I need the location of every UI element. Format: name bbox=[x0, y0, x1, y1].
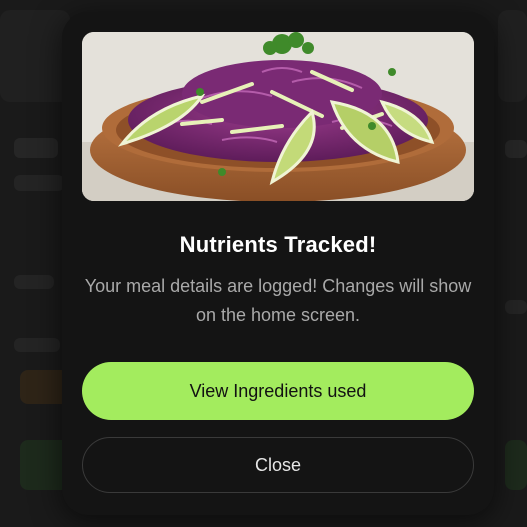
success-modal: Nutrients Tracked! Your meal details are… bbox=[62, 12, 494, 515]
background-card bbox=[14, 338, 60, 352]
slaw-bowl-illustration bbox=[82, 32, 474, 201]
view-ingredients-button[interactable]: View Ingredients used bbox=[82, 362, 474, 420]
background-card bbox=[0, 10, 70, 102]
close-label: Close bbox=[254, 454, 302, 475]
background-card bbox=[505, 440, 527, 490]
close-button[interactable]: Close bbox=[82, 437, 474, 493]
modal-title: Nutrients Tracked! bbox=[179, 232, 377, 257]
background-card bbox=[498, 10, 527, 102]
background-card bbox=[14, 275, 54, 289]
meal-image bbox=[82, 32, 474, 201]
background-card bbox=[14, 175, 64, 191]
view-ingredients-label: View Ingredients used bbox=[189, 380, 367, 401]
background-card bbox=[14, 138, 58, 158]
background-card bbox=[505, 300, 527, 314]
modal-message: Your meal details are logged! Changes wi… bbox=[84, 276, 472, 325]
background-card bbox=[505, 140, 527, 158]
